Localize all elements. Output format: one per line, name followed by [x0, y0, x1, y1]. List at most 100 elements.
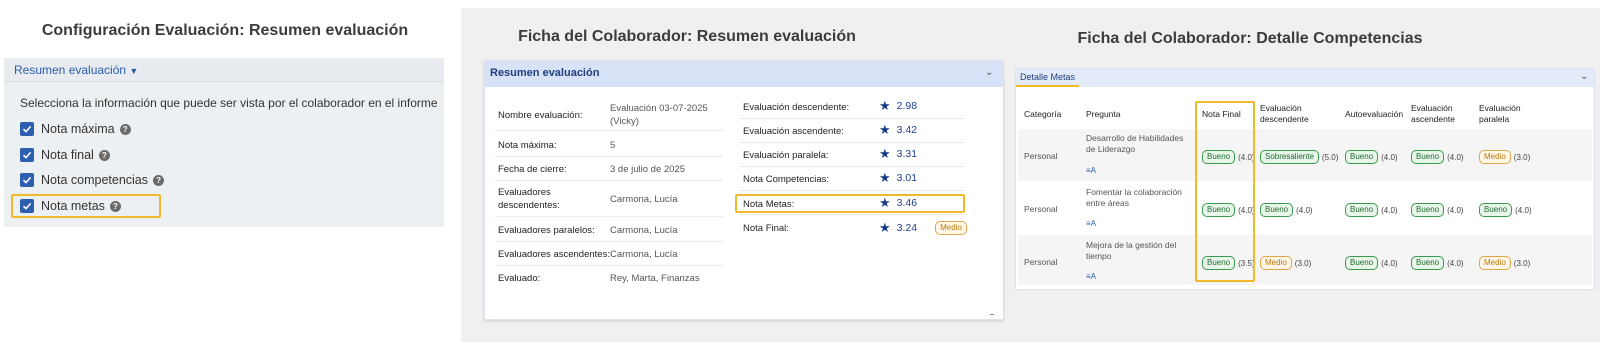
highlight-nota-metas-row: [735, 194, 965, 213]
goals-detail-header[interactable]: Detalle Metas ⌄: [1016, 69, 1594, 87]
category-cell: Personal: [1024, 257, 1058, 267]
column-header: Autoevaluación: [1345, 109, 1404, 119]
status-badge: Medio: [935, 221, 967, 235]
score-cell: Medio (3.0): [1260, 256, 1311, 270]
divider: [739, 118, 965, 119]
options-description: Selecciona la información que puede ser …: [20, 96, 438, 110]
info-value: Carmona, Lucía: [610, 225, 678, 236]
summary-accordion-label[interactable]: Resumen evaluación ▼: [14, 63, 138, 77]
info-label: Evaluadores paralelos:: [498, 225, 595, 236]
question-cell: Mejora de la gestión del tiempo: [1086, 240, 1177, 261]
info-value: 3 de julio de 2025: [610, 164, 686, 175]
star-icon: ★: [879, 98, 891, 113]
info-label: Nota máxima:: [498, 140, 557, 151]
highlight-nota-final-column: [1195, 101, 1255, 282]
divider: [495, 241, 723, 242]
score-cell: Bueno (4.0): [1345, 256, 1398, 270]
column-header: Evaluación ascendente: [1411, 103, 1455, 124]
divider: [739, 142, 965, 143]
category-cell: Personal: [1024, 151, 1058, 161]
option-label: Nota máxima: [41, 122, 115, 136]
comment-icon[interactable]: ≡A: [1086, 166, 1096, 175]
info-label: Evaluadores ascendentes:: [498, 249, 610, 260]
help-icon[interactable]: ?: [98, 149, 110, 161]
score-cell: Bueno (4.0): [1345, 203, 1398, 217]
score-cell: Bueno (4.0): [1260, 203, 1313, 217]
option-nota-maxima[interactable]: Nota máxima ?: [20, 120, 131, 138]
comment-icon[interactable]: ≡A: [1086, 219, 1096, 228]
question-cell: Desarrollo de Habilidades de Liderazgo: [1086, 133, 1184, 154]
divider-mark: [990, 314, 994, 315]
chevron-down-icon[interactable]: ⌄: [985, 67, 993, 78]
score-label: Evaluación descendente:: [743, 102, 850, 113]
column-header: Pregunta: [1086, 109, 1121, 119]
checkbox-checked-icon[interactable]: [20, 122, 34, 136]
comment-icon[interactable]: ≡A: [1086, 272, 1096, 281]
score-value: ★ 3.31: [879, 146, 918, 161]
info-value: Carmona, Lucía: [610, 194, 678, 205]
star-icon: ★: [879, 170, 891, 185]
checkbox-checked-icon[interactable]: [20, 173, 34, 187]
info-value: Rey, Marta, Finanzas: [610, 273, 700, 284]
score-cell: Bueno (4.0): [1479, 203, 1532, 217]
score-value: ★ 2.98: [879, 98, 918, 113]
question-cell: Fomentar la colaboración entre áreas: [1086, 187, 1182, 208]
score-value: ★ 3.24 Medio: [879, 221, 967, 235]
divider: [739, 190, 965, 191]
chevron-down-icon[interactable]: ⌄: [1580, 71, 1588, 82]
summary-accordion-header[interactable]: Resumen evaluación ▼: [4, 58, 444, 82]
collaborator-summary-title: Ficha del Colaborador: Resumen evaluació…: [518, 28, 856, 45]
score-value: ★ 3.01: [879, 170, 918, 185]
score-label: Evaluación paralela:: [743, 150, 829, 161]
score-cell: Medio (3.0): [1479, 256, 1530, 270]
column-header: Evaluación paralela: [1479, 103, 1521, 124]
score-cell: Bueno (4.0): [1411, 150, 1464, 164]
divider: [495, 130, 723, 131]
star-icon: ★: [879, 122, 891, 137]
goals-detail-title: Detalle Metas: [1020, 72, 1076, 82]
caret-down-icon: ▼: [129, 66, 139, 76]
score-label: Nota Final:: [743, 223, 789, 234]
score-cell: Sobresaliente (5.0): [1260, 150, 1338, 164]
summary-card-title: Resumen evaluación: [490, 67, 600, 79]
option-nota-competencias[interactable]: Nota competencias ?: [20, 171, 165, 189]
info-value: Evaluación 03-07-2025 (Vicky): [610, 103, 708, 127]
info-label: Fecha de cierre:: [498, 164, 567, 175]
info-label: Nombre evaluación:: [498, 110, 583, 121]
divider: [495, 216, 723, 217]
highlight-nota-metas-option: [11, 194, 161, 218]
score-value: ★ 3.42: [879, 122, 918, 137]
option-nota-final[interactable]: Nota final ?: [20, 146, 110, 164]
category-cell: Personal: [1024, 204, 1058, 214]
divider: [495, 180, 723, 181]
score-label: Evaluación ascendente:: [743, 126, 844, 137]
help-icon[interactable]: ?: [153, 174, 165, 186]
score-cell: Bueno (4.0): [1411, 203, 1464, 217]
info-value: Carmona, Lucía: [610, 249, 678, 260]
checkbox-checked-icon[interactable]: [20, 148, 34, 162]
star-icon: ★: [879, 146, 891, 161]
info-label: Evaluado:: [498, 273, 541, 284]
score-cell: Medio (3.0): [1479, 150, 1530, 164]
divider: [495, 265, 723, 266]
active-tab-underline: [1016, 85, 1079, 87]
divider: [495, 156, 723, 157]
divider: [739, 214, 965, 215]
config-panel-title: Configuración Evaluación: Resumen evalua…: [41, 22, 409, 39]
info-value: 5: [610, 140, 616, 151]
score-label: Nota Competencias:: [743, 174, 830, 185]
divider: [739, 166, 965, 167]
config-panel: Configuración Evaluación: Resumen evalua…: [0, 0, 450, 342]
option-label: Nota competencias: [41, 173, 149, 187]
summary-card: Resumen evaluación ⌄ Nombre evaluación: …: [484, 60, 1004, 320]
goals-detail-card: Detalle Metas ⌄ Categoría Pregunta Nota …: [1015, 68, 1595, 290]
summary-card-header[interactable]: Resumen evaluación ⌄: [485, 61, 1003, 87]
score-cell: Bueno (4.0): [1411, 256, 1464, 270]
star-icon: ★: [879, 220, 891, 235]
column-header: Categoría: [1024, 109, 1062, 119]
score-cell: Bueno (4.0): [1345, 150, 1398, 164]
option-label: Nota final: [41, 148, 94, 162]
column-header: Evaluación descendente: [1260, 103, 1309, 124]
help-icon[interactable]: ?: [119, 123, 131, 135]
info-label: Evaluadores descendentes:: [498, 187, 560, 211]
